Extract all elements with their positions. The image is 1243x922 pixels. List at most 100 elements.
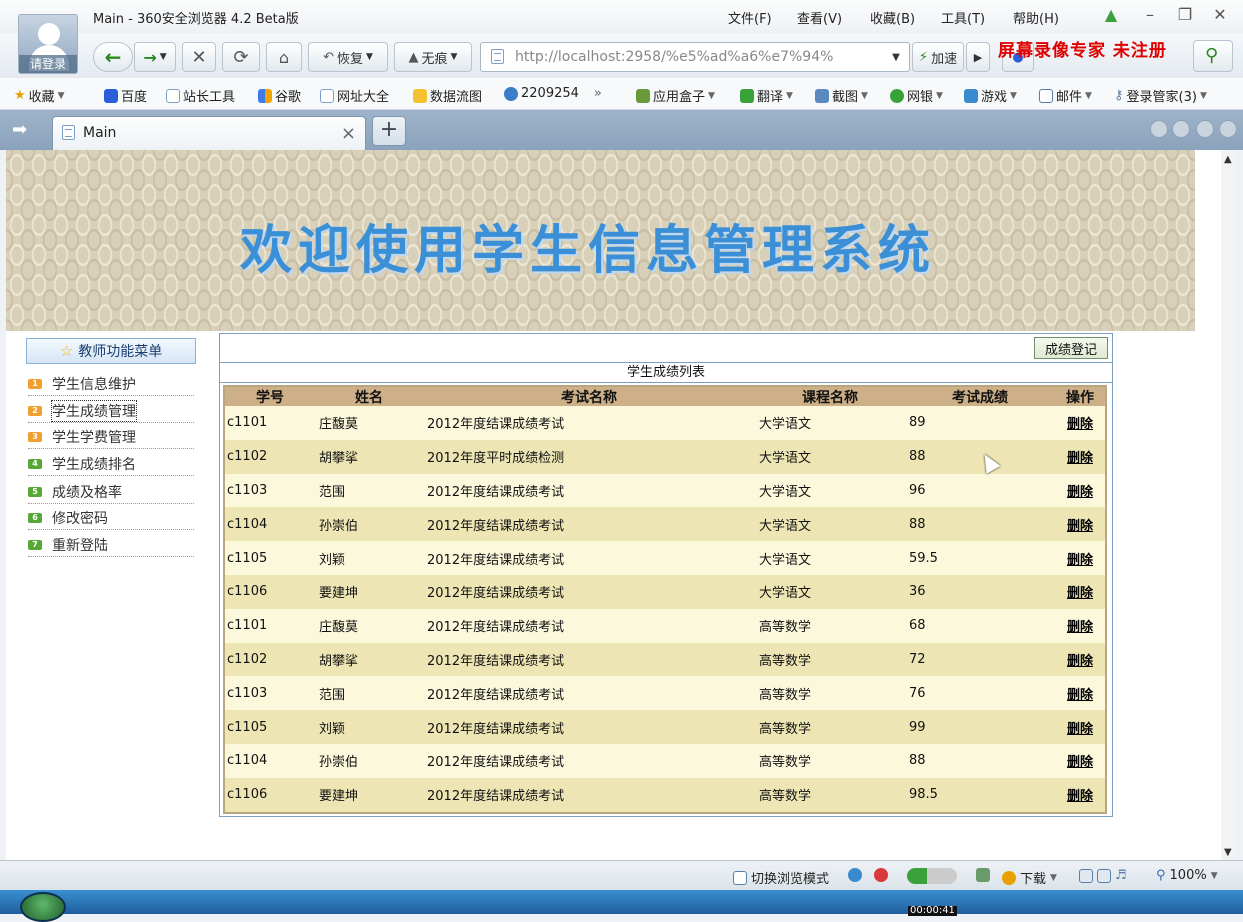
screenshot-icon — [815, 88, 829, 103]
fav-mail[interactable]: 邮件 ▼ — [1039, 86, 1092, 105]
lightning-icon: ⚡ — [918, 49, 929, 65]
column-header-score: 考试成绩 — [952, 390, 1008, 406]
fav-baidu[interactable]: 百度 — [104, 86, 147, 105]
refresh-icon: ⟳ — [233, 46, 249, 68]
maximize-button[interactable]: ❐ — [1174, 5, 1196, 24]
tab-scroll-left-icon[interactable] — [1150, 120, 1168, 138]
fav-app-box[interactable]: 应用盒子 ▼ — [636, 86, 715, 105]
tab-close-all-icon[interactable] — [1219, 120, 1237, 138]
fav-translate[interactable]: 翻译 ▼ — [740, 86, 793, 105]
sound-controls[interactable]: ♬ — [1079, 868, 1127, 883]
fav-url-directory[interactable]: 网址大全 — [320, 86, 389, 105]
fav-online-banking[interactable]: 网银 ▼ — [890, 86, 943, 105]
delete-link[interactable]: 删除 — [1055, 447, 1105, 466]
favorites-menu[interactable]: ★ 收藏 ▼ — [14, 86, 65, 105]
cell-name: 刘颖 — [319, 552, 346, 568]
refresh-button[interactable]: ⟳ — [222, 42, 260, 72]
incognito-icon: ▲ — [408, 49, 419, 65]
sidebar-toggle-icon[interactable]: ➡ — [12, 119, 27, 140]
more-chevron-icon[interactable]: » — [594, 86, 602, 101]
delete-link[interactable]: 删除 — [1055, 684, 1105, 703]
fav-login-manager[interactable]: ⚷ 登录管家(3) ▼ — [1114, 86, 1207, 105]
chevron-down-icon: ▼ — [1010, 90, 1017, 101]
cell-course-name: 大学语文 — [759, 417, 812, 433]
menu-file[interactable]: 文件(F) — [728, 8, 772, 27]
delete-link[interactable]: 删除 — [1055, 751, 1105, 770]
fav-data-flow[interactable]: 数据流图 — [413, 86, 482, 105]
menu-view[interactable]: 查看(V) — [797, 8, 842, 27]
zoom-label: 100% — [1169, 868, 1207, 883]
tab-main[interactable]: Main × — [52, 116, 366, 150]
sidebar-item-grade-management[interactable]: 2 学生成绩管理 — [28, 399, 194, 423]
fav-2209254[interactable]: 2209254 » — [504, 86, 602, 101]
speed-button[interactable]: ⚡ 加速 — [912, 42, 964, 72]
fav-webmaster-tools[interactable]: 站长工具 — [166, 86, 235, 105]
cell-name: 胡攀挲 — [319, 653, 359, 669]
back-button[interactable]: ← — [93, 42, 133, 72]
start-button-icon[interactable] — [20, 892, 66, 922]
skin-icon[interactable]: ▲ — [1100, 5, 1122, 24]
delete-link[interactable]: 删除 — [1055, 616, 1105, 635]
delete-link[interactable]: 删除 — [1055, 549, 1105, 568]
switch-mode-button[interactable]: 切换浏览模式 — [733, 868, 829, 887]
register-grade-button[interactable]: 成绩登记 — [1034, 337, 1108, 359]
fav-games[interactable]: 游戏 ▼ — [964, 86, 1017, 105]
tab-list-icon[interactable] — [1196, 120, 1214, 138]
menu-help[interactable]: 帮助(H) — [1013, 8, 1059, 27]
avatar[interactable]: 请登录 — [18, 14, 78, 74]
stop-button[interactable]: ✕ — [182, 42, 216, 72]
cell-score: 88 — [909, 516, 926, 532]
column-header-course-name: 课程名称 — [802, 390, 858, 406]
fav-google[interactable]: 谷歌 — [258, 86, 301, 105]
sidebar-item-tuition[interactable]: 3 学生学费管理 — [28, 425, 194, 449]
page-icon — [62, 125, 75, 140]
delete-link[interactable]: 删除 — [1055, 413, 1105, 432]
recorder-watermark: 屏幕录像专家 未注册 — [998, 41, 1167, 61]
back-arrow-icon: ← — [104, 45, 122, 69]
restore-button[interactable]: ↶ 恢复 ▼ — [308, 42, 388, 72]
banner-title: 欢迎使用学生信息管理系统 — [240, 220, 937, 281]
cell-student-id: c1106 — [227, 584, 268, 600]
scroll-up-icon[interactable]: ▲ — [1224, 154, 1232, 165]
sidebar-item-relogin[interactable]: 7 重新登陆 — [28, 533, 194, 557]
box-icon — [636, 88, 650, 103]
url-input[interactable] — [515, 48, 875, 66]
delete-link[interactable]: 删除 — [1055, 515, 1105, 534]
delete-link[interactable]: 删除 — [1055, 650, 1105, 669]
download-button[interactable]: 下载 ▼ — [1002, 868, 1057, 887]
sidebar-item-student-info[interactable]: 1 学生信息维护 — [28, 372, 194, 396]
ie-mode-button[interactable] — [848, 868, 862, 882]
accelerate-toggle[interactable] — [907, 868, 957, 884]
home-button[interactable]: ⌂ — [266, 42, 302, 72]
scroll-down-icon[interactable]: ▼ — [1224, 847, 1232, 858]
cell-course-name: 大学语文 — [759, 518, 812, 534]
grades-panel: 成绩登记 学生成绩列表 学号 姓名 考试名称 课程名称 考试成绩 操作 c110… — [219, 333, 1113, 817]
menu-tools[interactable]: 工具(T) — [941, 8, 985, 27]
delete-link[interactable]: 删除 — [1055, 582, 1105, 601]
fav-screenshot[interactable]: 截图 ▼ — [815, 86, 868, 105]
tab-scroll-right-icon[interactable] — [1172, 120, 1190, 138]
url-dropdown[interactable]: ▼ — [884, 42, 908, 72]
notrace-button[interactable]: ▲ 无痕 ▼ — [394, 42, 472, 72]
google-icon — [258, 88, 272, 103]
close-window-button[interactable]: ✕ — [1209, 5, 1231, 24]
forward-button[interactable]: → ▼ — [134, 42, 176, 72]
sidebar-item-grade-ranking[interactable]: 4 学生成绩排名 — [28, 452, 194, 476]
address-bar[interactable] — [480, 42, 910, 72]
tools-button[interactable] — [976, 868, 990, 882]
sidebar-item-change-password[interactable]: 6 修改密码 — [28, 506, 194, 530]
page-scrollbar[interactable]: ▲ ▼ — [1221, 150, 1237, 860]
sidebar-item-pass-rate[interactable]: 5 成绩及格率 — [28, 480, 194, 504]
table-row: c1106 要建坤 2012年度结课成绩考试 大学语文 36 删除 — [225, 574, 1105, 609]
delete-link[interactable]: 删除 — [1055, 481, 1105, 500]
delete-link[interactable]: 删除 — [1055, 718, 1105, 737]
go-button[interactable]: ▶ — [966, 42, 990, 72]
new-tab-button[interactable]: + — [372, 116, 406, 146]
close-tab-icon[interactable]: × — [341, 123, 356, 144]
zoom-control[interactable]: ⚲ 100% ▼ — [1156, 868, 1218, 883]
delete-link[interactable]: 删除 — [1055, 785, 1105, 804]
search-button[interactable]: ⚲ — [1193, 40, 1233, 72]
security-button[interactable] — [874, 868, 888, 882]
minimize-button[interactable]: – — [1139, 5, 1161, 24]
menu-favorites[interactable]: 收藏(B) — [870, 8, 915, 27]
